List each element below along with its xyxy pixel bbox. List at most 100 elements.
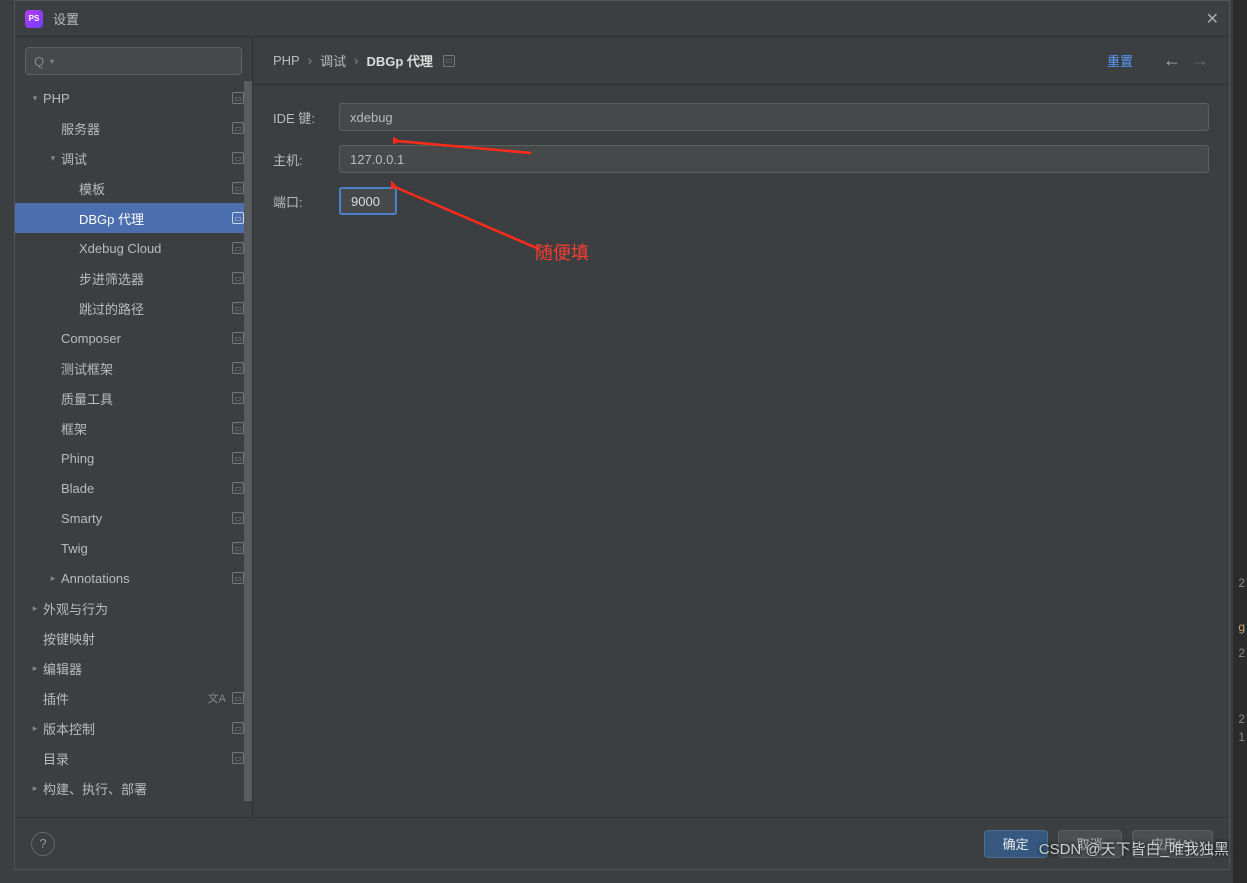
titlebar: PS 设置 ✕	[15, 1, 1229, 37]
breadcrumb: PHP › 调试 › DBGp 代理 ▭ 重置 ← →	[253, 37, 1229, 85]
window-title: 设置	[53, 9, 79, 28]
language-icon: 文A	[208, 690, 226, 706]
project-badge-icon: ▭	[232, 392, 244, 404]
tree-item[interactable]: Smarty▭	[15, 503, 252, 533]
tree-item-label: Blade	[61, 481, 232, 496]
tree-item-label: Annotations	[61, 571, 232, 586]
project-badge-icon: ▭	[232, 92, 244, 104]
tree-item[interactable]: 步进筛选器▭	[15, 263, 252, 293]
tree-item-label: Composer	[61, 331, 232, 346]
tree-item[interactable]: Composer▭	[15, 323, 252, 353]
sidebar: Q ▾ ▾PHP▭服务器▭▾调试▭模板▭DBGp 代理▭Xdebug Cloud…	[15, 37, 253, 817]
project-badge-icon: ▭	[443, 55, 455, 67]
host-row: 主机:	[273, 145, 1209, 173]
tree-item-label: 调试	[61, 149, 232, 168]
tree-item-label: 框架	[61, 419, 232, 438]
chevron-right-icon: ›	[308, 53, 312, 68]
tree-item-label: 外观与行为	[43, 599, 244, 618]
nav-back-icon[interactable]: ←	[1163, 50, 1181, 71]
tree-scrollbar[interactable]	[244, 81, 252, 817]
crumb-php[interactable]: PHP	[273, 53, 300, 68]
project-badge-icon: ▭	[232, 542, 244, 554]
nav-forward-icon: →	[1191, 50, 1209, 71]
help-button[interactable]: ?	[31, 832, 55, 856]
tree-item[interactable]: ▸外观与行为	[15, 593, 252, 623]
project-badge-icon: ▭	[232, 482, 244, 494]
tree-item-label: Phing	[61, 451, 232, 466]
dialog-body: Q ▾ ▾PHP▭服务器▭▾调试▭模板▭DBGp 代理▭Xdebug Cloud…	[15, 37, 1229, 817]
tree-item[interactable]: ▸构建、执行、部署	[15, 773, 252, 803]
project-badge-icon: ▭	[232, 572, 244, 584]
app-logo-icon: PS	[25, 10, 43, 28]
project-badge-icon: ▭	[232, 272, 244, 284]
project-badge-icon: ▭	[232, 722, 244, 734]
project-badge-icon: ▭	[232, 422, 244, 434]
tree-item[interactable]: Blade▭	[15, 473, 252, 503]
port-input[interactable]	[339, 187, 397, 215]
tree-item[interactable]: ▸版本控制▭	[15, 713, 252, 743]
background-strip: 2g 221	[1233, 0, 1247, 883]
tree-item[interactable]: 模板▭	[15, 173, 252, 203]
tree-item[interactable]: 测试框架▭	[15, 353, 252, 383]
content-area: IDE 键: 主机: 端口:	[253, 85, 1229, 817]
project-badge-icon: ▭	[232, 152, 244, 164]
tree-item[interactable]: ▸编辑器	[15, 653, 252, 683]
watermark-text: CSDN @天下皆白_唯我独黑	[1039, 838, 1229, 859]
host-input[interactable]	[339, 145, 1209, 173]
ide-key-label: IDE 键:	[273, 108, 339, 127]
tree-item[interactable]: 目录▭	[15, 743, 252, 773]
project-badge-icon: ▭	[232, 752, 244, 764]
chevron-right-icon: ›	[354, 53, 358, 68]
tree-item[interactable]: 插件文A▭	[15, 683, 252, 713]
tree-item[interactable]: Xdebug Cloud▭	[15, 233, 252, 263]
chevron-down-icon[interactable]: ▾	[47, 153, 59, 164]
settings-dialog: PS 设置 ✕ Q ▾ ▾PHP▭服务器▭▾调试▭模板▭DBGp 代理▭Xdeb…	[14, 0, 1230, 870]
tree-item[interactable]: 质量工具▭	[15, 383, 252, 413]
tree-item[interactable]: ▾PHP▭	[15, 83, 252, 113]
crumb-debug[interactable]: 调试	[320, 51, 346, 70]
project-badge-icon: ▭	[232, 452, 244, 464]
tree-item[interactable]: 跳过的路径▭	[15, 293, 252, 323]
tree-item-label: 质量工具	[61, 389, 232, 408]
tree-item-label: 编辑器	[43, 659, 244, 678]
tree-item[interactable]: ▾调试▭	[15, 143, 252, 173]
search-icon: Q	[34, 54, 44, 69]
tree-item-label: 服务器	[61, 119, 232, 138]
chevron-down-icon[interactable]: ▾	[29, 93, 41, 104]
project-badge-icon: ▭	[232, 182, 244, 194]
tree-item-label: 跳过的路径	[79, 299, 232, 318]
tree-item[interactable]: DBGp 代理▭	[15, 203, 252, 233]
chevron-right-icon[interactable]: ▸	[29, 723, 41, 734]
tree-item-label: 测试框架	[61, 359, 232, 378]
chevron-right-icon[interactable]: ▸	[47, 573, 59, 584]
tree-item[interactable]: 按键映射	[15, 623, 252, 653]
reset-link[interactable]: 重置	[1107, 51, 1133, 70]
tree-item[interactable]: 框架▭	[15, 413, 252, 443]
tree-item[interactable]: 服务器▭	[15, 113, 252, 143]
tree-item-label: 目录	[43, 749, 232, 768]
search-input[interactable]: Q ▾	[25, 47, 242, 75]
close-icon[interactable]: ✕	[1206, 9, 1219, 29]
project-badge-icon: ▭	[232, 242, 244, 254]
chevron-right-icon[interactable]: ▸	[29, 663, 41, 674]
tree-item[interactable]: ▸Annotations▭	[15, 563, 252, 593]
tree-item-label: 模板	[79, 179, 232, 198]
chevron-right-icon[interactable]: ▸	[29, 603, 41, 614]
project-badge-icon: ▭	[232, 332, 244, 344]
tree-item[interactable]: Twig▭	[15, 533, 252, 563]
tree-item-label: Smarty	[61, 511, 232, 526]
tree-scroll-thumb[interactable]	[244, 81, 252, 801]
port-label: 端口:	[273, 192, 339, 211]
tree-item-label: 版本控制	[43, 719, 232, 738]
crumb-dbgp: DBGp 代理	[366, 51, 432, 70]
project-badge-icon: ▭	[232, 692, 244, 704]
tree-item[interactable]: Phing▭	[15, 443, 252, 473]
tree-item-label: 按键映射	[43, 629, 244, 648]
chevron-right-icon[interactable]: ▸	[29, 783, 41, 794]
host-label: 主机:	[273, 150, 339, 169]
port-row: 端口:	[273, 187, 1209, 215]
search-dropdown-icon[interactable]: ▾	[50, 57, 54, 66]
ide-key-input[interactable]	[339, 103, 1209, 131]
project-badge-icon: ▭	[232, 212, 244, 224]
project-badge-icon: ▭	[232, 512, 244, 524]
